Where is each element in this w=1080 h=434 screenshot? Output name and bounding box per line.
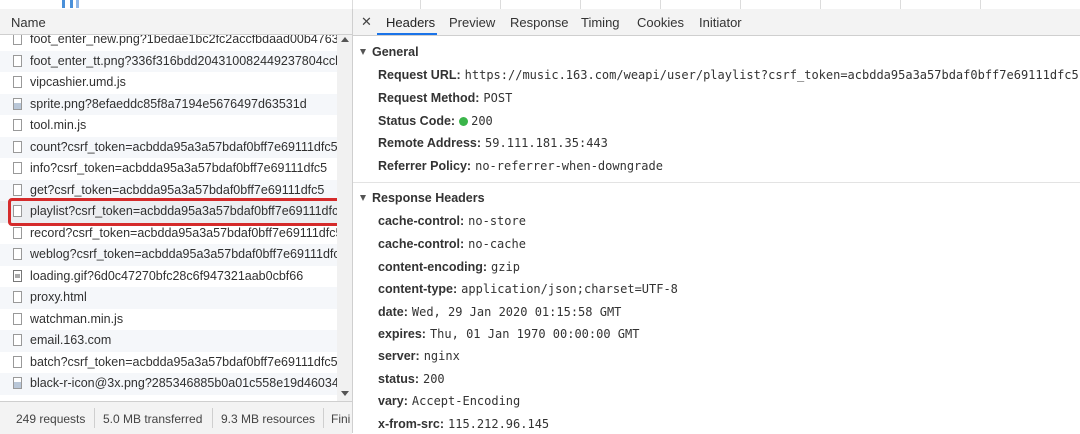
image-icon	[13, 97, 22, 110]
tab-response[interactable]: Response	[510, 15, 569, 30]
request-name: record?csrf_token=acbdda95a3a57bdaf0bff7…	[30, 225, 337, 240]
header-row: Remote Address: 59.111.181.35:443	[378, 136, 608, 150]
request-url-value: https://music.163.com/weapi/user/playlis…	[464, 68, 1079, 82]
details-tab-bar: ✕ Headers Preview Response Timing Cookie…	[353, 9, 1080, 36]
request-row[interactable]: info?csrf_token=acbdda95a3a57bdaf0bff7e6…	[0, 158, 337, 180]
request-row[interactable]: loading.gif?6d0c47270bfc28c6f947321aab0c…	[0, 266, 337, 288]
tab-cookies[interactable]: Cookies	[637, 15, 684, 30]
scroll-up-arrow-icon[interactable]	[341, 37, 349, 42]
resources-size: 9.3 MB resources	[221, 412, 316, 426]
request-name: tool.min.js	[30, 118, 87, 132]
header-row: status: 200	[378, 372, 445, 386]
request-name: info?csrf_token=acbdda95a3a57bdaf0bff7e6…	[30, 161, 328, 175]
request-details-pane: ✕ Headers Preview Response Timing Cookie…	[353, 9, 1080, 433]
request-count: 249 requests	[16, 412, 86, 426]
tab-headers[interactable]: Headers	[386, 15, 435, 30]
request-row[interactable]: black-r-icon@3x.png?285346885b0a01c558e1…	[0, 373, 337, 395]
selection-highlight-box	[8, 198, 342, 226]
request-name: loading.gif?6d0c47270bfc28c6f947321aab0c…	[30, 268, 304, 283]
request-row[interactable]: watchman.min.js	[0, 309, 337, 331]
header-row: expires: Thu, 01 Jan 1970 00:00:00 GMT	[378, 327, 640, 341]
header-row: date: Wed, 29 Jan 2020 01:15:58 GMT	[378, 305, 622, 319]
request-list-pane: Name foot_enter_new.png?1bedae1bc2fc2acc…	[0, 9, 353, 434]
file-icon	[13, 226, 22, 239]
request-row[interactable]: batch?csrf_token=acbdda95a3a57bdaf0bff7e…	[0, 352, 337, 374]
header-row: x-from-src: 115.212.96.145	[378, 417, 550, 431]
section-divider	[353, 182, 1080, 183]
header-row: cache-control: no-cache	[378, 237, 526, 251]
file-icon	[13, 248, 22, 260]
transferred-size: 5.0 MB transferred	[103, 412, 203, 426]
active-tab-indicator	[377, 33, 437, 35]
header-row: Request Method: POST	[378, 91, 513, 105]
header-row: Referrer Policy: no-referrer-when-downgra…	[378, 159, 663, 173]
request-list-scrollbar[interactable]	[337, 35, 352, 401]
image-icon	[13, 377, 22, 389]
name-column-header[interactable]: Name	[0, 9, 352, 35]
header-row: cache-control: no-store	[378, 214, 526, 228]
header-row: Request URL: https://music.163.com/weapi/…	[378, 68, 1079, 82]
file-icon	[13, 183, 22, 196]
file-icon	[13, 291, 22, 303]
request-row[interactable]: sprite.png?8efaeddc85f8a7194e5676497d635…	[0, 93, 337, 115]
header-row: vary: Accept-Encoding	[378, 394, 521, 408]
remote-address-value: 59.111.181.35:443	[485, 136, 608, 150]
file-icon	[13, 35, 22, 45]
close-icon[interactable]: ✕	[361, 14, 372, 30]
request-row[interactable]: foot_enter_tt.png?336f316bdd204310082449…	[0, 50, 337, 72]
header-row: server: nginx	[378, 349, 460, 363]
file-icon	[13, 76, 22, 88]
request-name: vipcashier.umd.js	[30, 75, 126, 89]
request-row[interactable]: vipcashier.umd.js	[0, 72, 337, 94]
file-icon	[13, 119, 22, 131]
request-name: sprite.png?8efaeddc85f8a7194e5676497d635…	[30, 96, 307, 111]
triangle-down-icon	[360, 49, 366, 55]
header-row: content-encoding: gzip	[378, 260, 520, 274]
request-row[interactable]: foot_enter_new.png?1bedae1bc2fc2accfbdaa…	[0, 35, 337, 51]
referrer-policy-value: no-referrer-when-downgrade	[475, 159, 663, 173]
request-row[interactable]: tool.min.js	[0, 115, 337, 137]
tab-preview[interactable]: Preview	[449, 15, 495, 30]
request-name: count?csrf_token=acbdda95a3a57bdaf0bff7e…	[30, 139, 337, 154]
request-row[interactable]: proxy.html	[0, 287, 337, 309]
general-section-toggle[interactable]: General	[360, 45, 419, 59]
request-row[interactable]: count?csrf_token=acbdda95a3a57bdaf0bff7e…	[0, 136, 337, 158]
scroll-down-arrow-icon[interactable]	[341, 391, 349, 396]
tab-initiator[interactable]: Initiator	[699, 15, 742, 30]
request-name: proxy.html	[30, 290, 87, 304]
tab-timing[interactable]: Timing	[581, 15, 620, 30]
file-icon	[13, 140, 22, 153]
request-name: watchman.min.js	[30, 311, 124, 326]
finish-time: Fini	[331, 412, 351, 426]
file-icon	[13, 334, 22, 346]
request-name: get?csrf_token=acbdda95a3a57bdaf0bff7e69…	[30, 182, 325, 197]
request-method-value: POST	[483, 91, 513, 105]
request-name: foot_enter_new.png?1bedae1bc2fc2accfbdaa…	[30, 35, 337, 46]
request-row[interactable]: email.163.com	[0, 330, 337, 352]
header-row: content-type: application/json;charset=UT…	[378, 282, 678, 296]
request-name: batch?csrf_token=acbdda95a3a57bdaf0bff7e…	[30, 354, 337, 369]
request-name: weblog?csrf_token=acbdda95a3a57bdaf0bff7…	[30, 247, 337, 261]
request-name: email.163.com	[30, 333, 112, 347]
status-ok-dot-icon	[459, 117, 469, 126]
status-code-value: 200	[471, 114, 493, 128]
section-title: Response Headers	[372, 191, 485, 205]
file-icon	[13, 162, 22, 174]
name-column-label: Name	[11, 15, 46, 30]
section-title: General	[372, 45, 419, 59]
file-icon	[13, 355, 22, 368]
request-row[interactable]: weblog?csrf_token=acbdda95a3a57bdaf0bff7…	[0, 244, 337, 266]
file-icon	[13, 54, 22, 67]
file-icon	[13, 312, 22, 325]
gif-icon	[13, 269, 22, 282]
request-name: black-r-icon@3x.png?285346885b0a01c558e1…	[30, 376, 337, 390]
response-headers-section-toggle[interactable]: Response Headers	[360, 191, 485, 205]
triangle-down-icon	[360, 195, 366, 201]
request-name: foot_enter_tt.png?336f316bdd204310082449…	[30, 53, 337, 68]
header-row: Status Code: 200	[378, 114, 493, 128]
network-summary-bar: 249 requests 5.0 MB transferred 9.3 MB r…	[0, 401, 352, 434]
